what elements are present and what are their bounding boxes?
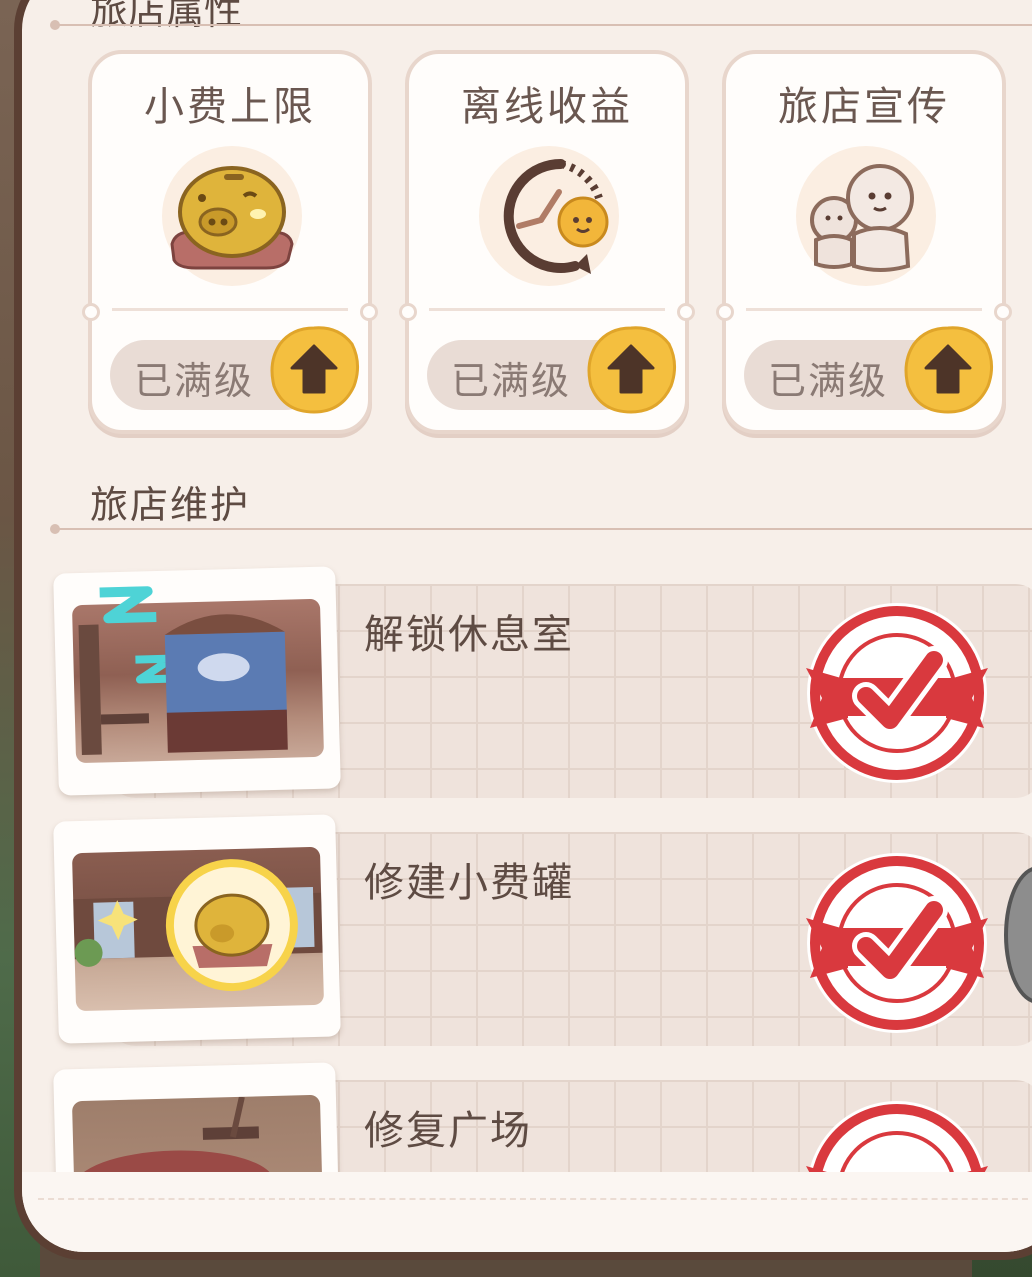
- task-photo-tip-jar: [53, 814, 341, 1044]
- upgrade-card-inn-promotion: 旅店宣传 已满级: [716, 50, 1012, 434]
- card-title: 小费上限: [144, 84, 316, 130]
- max-level-label: 已满级: [134, 359, 255, 403]
- upgrade-arrow-button[interactable]: [268, 324, 360, 416]
- section-divider: [50, 524, 1032, 534]
- max-level-label: 已满级: [768, 359, 889, 403]
- inn-panel: 旅店属性 小费上限 已满级 离线收益 已满级 旅店宣传 已满级 旅店维护 解锁休…: [14, 0, 1032, 1260]
- task-photo-lounge: [53, 566, 341, 796]
- arrow-up-icon: [587, 326, 676, 414]
- section-title-maintenance: 旅店维护: [90, 483, 251, 527]
- card-title: 旅店宣传: [778, 84, 950, 130]
- max-level-label: 已满级: [451, 359, 572, 403]
- people-icon: [796, 146, 936, 286]
- clock-icon: [479, 146, 619, 286]
- section-title-attributes: 旅店属性: [90, 0, 243, 33]
- section-divider: [50, 20, 1032, 30]
- piggy-bank-icon: [162, 146, 302, 286]
- card-separator: [399, 303, 695, 321]
- completed-stamp-icon: [802, 598, 992, 788]
- completed-stamp-icon: [802, 848, 992, 1038]
- card-title: 离线收益: [461, 84, 633, 130]
- upgrade-card-offline-income: 离线收益 已满级: [399, 50, 695, 434]
- panel-bottom-fade: [22, 1172, 1032, 1252]
- sleep-z-icon: [93, 583, 177, 684]
- task-label: 修建小费罐: [364, 860, 574, 906]
- arrow-up-icon: [270, 326, 359, 414]
- task-label: 修复广场: [364, 1108, 532, 1154]
- upgrade-arrow-button[interactable]: [902, 324, 994, 416]
- task-label: 解锁休息室: [364, 612, 574, 658]
- panel-bottom-edge: [38, 1198, 1032, 1200]
- upgrade-arrow-button[interactable]: [585, 324, 677, 416]
- arrow-up-icon: [904, 326, 993, 414]
- card-separator: [82, 303, 378, 321]
- upgrade-card-tip-limit: 小费上限 已满级: [82, 50, 378, 434]
- card-separator: [716, 303, 1012, 321]
